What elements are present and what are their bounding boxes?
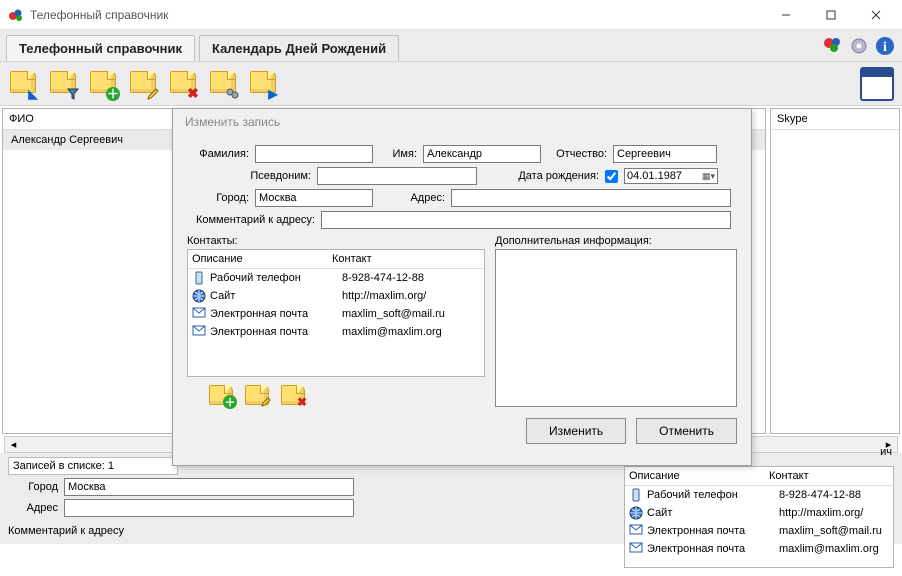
bg-trailing-text: ич bbox=[880, 446, 892, 458]
table-row[interactable]: Рабочий телефон8-928-474-12-88 bbox=[625, 486, 893, 504]
tool-export-icon[interactable]: ▶ bbox=[248, 69, 278, 99]
tab-phonebook[interactable]: Телефонный справочник bbox=[6, 35, 195, 61]
dialog-title: Изменить запись bbox=[173, 109, 751, 135]
dob-label: Дата рождения: bbox=[483, 170, 599, 182]
extra-info-textarea[interactable] bbox=[495, 249, 737, 407]
calendar-icon[interactable] bbox=[860, 67, 894, 101]
name-input[interactable] bbox=[423, 145, 541, 163]
svg-text:i: i bbox=[883, 40, 887, 55]
right-column-header: Skype bbox=[771, 109, 899, 130]
globe-icon bbox=[192, 289, 208, 303]
contact-delete-icon[interactable]: ✖ bbox=[279, 383, 307, 407]
addr-comment-label: Комментарий к адресу bbox=[8, 525, 124, 537]
bg-ct-hdr-contact: Контакт bbox=[769, 470, 809, 482]
ct-hdr-desc: Описание bbox=[192, 253, 332, 265]
nickname-input[interactable] bbox=[317, 167, 477, 185]
tab-birthdays[interactable]: Календарь Дней Рождений bbox=[199, 35, 399, 61]
tool-delete-icon[interactable]: ✖ bbox=[168, 69, 198, 99]
dob-input[interactable]: 04.01.1987 bbox=[627, 170, 702, 182]
bg-ct-hdr-desc: Описание bbox=[629, 470, 769, 482]
contact-add-icon[interactable]: ＋ bbox=[207, 383, 235, 407]
gear-icon[interactable] bbox=[848, 35, 870, 57]
table-row[interactable]: Рабочий телефон8-928-474-12-88 bbox=[188, 269, 484, 287]
tool-add-icon[interactable]: ＋ bbox=[88, 69, 118, 99]
table-row[interactable]: Электронная почтаmaxlim_soft@mail.ru bbox=[625, 522, 893, 540]
tool-new-icon[interactable]: ◣ bbox=[8, 69, 38, 99]
patronymic-label: Отчество: bbox=[547, 148, 607, 160]
name-label: Имя: bbox=[379, 148, 417, 160]
tool-filter-icon[interactable] bbox=[48, 69, 78, 99]
window-title: Телефонный справочник bbox=[30, 8, 763, 22]
info-icon[interactable]: i bbox=[874, 35, 896, 57]
city-input-bg[interactable] bbox=[64, 478, 354, 496]
cancel-button[interactable]: Отменить bbox=[636, 418, 737, 444]
right-column: Skype bbox=[770, 108, 900, 434]
ct-hdr-contact: Контакт bbox=[332, 253, 372, 265]
maximize-button[interactable] bbox=[808, 1, 853, 29]
address-input-bg[interactable] bbox=[64, 499, 354, 517]
mail-icon bbox=[192, 307, 208, 321]
status-text: Записей в списке: 1 bbox=[8, 457, 178, 475]
mail-icon bbox=[629, 524, 645, 538]
address-label2: Адрес: bbox=[379, 192, 445, 204]
minimize-button[interactable] bbox=[763, 1, 808, 29]
phone-icon bbox=[192, 271, 208, 285]
bg-contacts-panel: Описание Контакт Рабочий телефон8-928-47… bbox=[624, 466, 894, 568]
extra-info-label: Дополнительная информация: bbox=[495, 235, 737, 247]
patronymic-input[interactable] bbox=[613, 145, 717, 163]
ok-button[interactable]: Изменить bbox=[526, 418, 626, 444]
addr-comment-input[interactable] bbox=[321, 211, 731, 229]
table-row[interactable]: Сайтhttp://maxlim.org/ bbox=[188, 287, 484, 305]
titlebar: Телефонный справочник bbox=[0, 0, 902, 30]
address-input[interactable] bbox=[451, 189, 731, 207]
table-row[interactable]: Электронная почтаmaxlim@maxlim.org bbox=[188, 323, 484, 341]
app-icon bbox=[8, 7, 24, 23]
mail-icon bbox=[192, 325, 208, 339]
contact-edit-icon[interactable] bbox=[243, 383, 271, 407]
calendar-dropdown-icon[interactable]: ▦▾ bbox=[702, 171, 715, 182]
phone-icon bbox=[629, 488, 645, 502]
city-label2: Город: bbox=[187, 192, 249, 204]
address-label: Адрес bbox=[8, 502, 58, 514]
surname-label: Фамилия: bbox=[187, 148, 249, 160]
globe-icon bbox=[629, 506, 645, 520]
tool-search-icon[interactable] bbox=[208, 69, 238, 99]
surname-input[interactable] bbox=[255, 145, 373, 163]
city-label: Город bbox=[8, 481, 58, 493]
mail-icon bbox=[629, 542, 645, 556]
table-row[interactable]: Сайтhttp://maxlim.org/ bbox=[625, 504, 893, 522]
dob-checkbox[interactable] bbox=[605, 170, 618, 183]
close-button[interactable] bbox=[853, 1, 898, 29]
contacts-label: Контакты: bbox=[187, 235, 485, 247]
table-row[interactable]: Электронная почтаmaxlim@maxlim.org bbox=[625, 540, 893, 558]
balloons-icon[interactable] bbox=[822, 35, 844, 57]
nickname-label: Псевдоним: bbox=[187, 170, 311, 182]
scroll-left-icon[interactable]: ◂ bbox=[5, 437, 22, 452]
toolbar: ◣ ＋ ✖ ▶ bbox=[0, 62, 902, 106]
addr-comment-label2: Комментарий к адресу: bbox=[187, 214, 315, 226]
edit-record-dialog: Изменить запись Фамилия: Имя: Отчество: … bbox=[172, 108, 752, 466]
table-row[interactable]: Электронная почтаmaxlim_soft@mail.ru bbox=[188, 305, 484, 323]
tool-edit-icon[interactable] bbox=[128, 69, 158, 99]
tab-bar: Телефонный справочник Календарь Дней Рож… bbox=[0, 30, 902, 62]
city-input[interactable] bbox=[255, 189, 373, 207]
